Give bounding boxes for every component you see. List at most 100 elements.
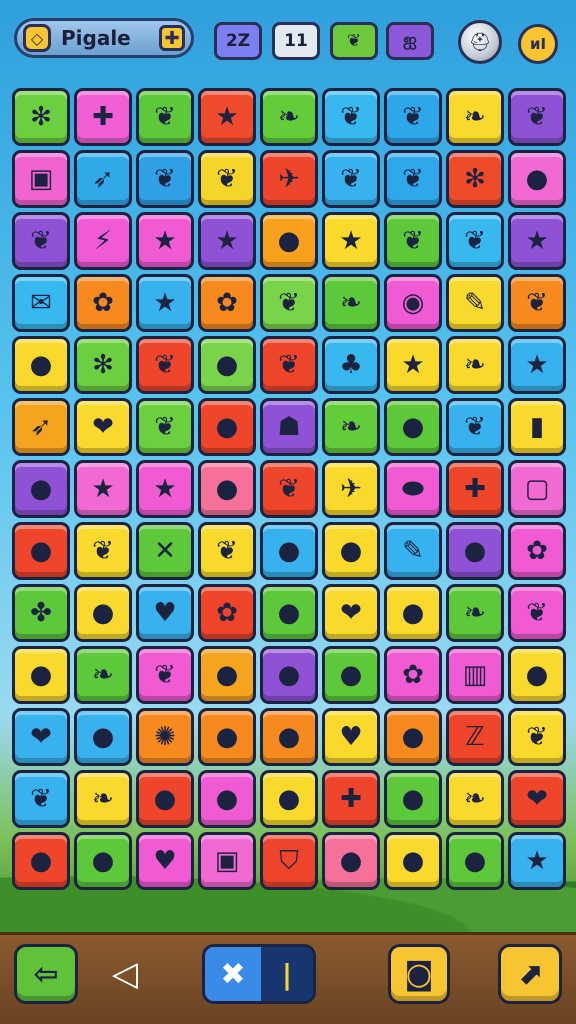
board-tile[interactable]: ✿ <box>198 584 256 642</box>
board-tile[interactable]: ★ <box>508 336 566 394</box>
board-tile[interactable]: ❧ <box>446 770 504 828</box>
board-tile[interactable]: ❧ <box>322 274 380 332</box>
board-tile[interactable]: ℤ <box>446 708 504 766</box>
board-tile[interactable]: ● <box>12 336 70 394</box>
plus-icon[interactable]: ✚ <box>159 25 185 51</box>
board-tile[interactable]: ★ <box>136 212 194 270</box>
board-tile[interactable]: ⛉ <box>260 832 318 890</box>
board-tile[interactable]: ☗ <box>260 398 318 456</box>
back-button[interactable]: ⇦ <box>14 944 78 1004</box>
board-tile[interactable]: ❤ <box>74 398 132 456</box>
sound-toggle-button[interactable]: ᴎI <box>518 24 558 64</box>
board-tile[interactable]: ❦ <box>446 398 504 456</box>
board-tile[interactable]: ● <box>12 832 70 890</box>
board-tile[interactable]: ● <box>384 832 442 890</box>
board-tile[interactable]: ● <box>12 522 70 580</box>
board-tile[interactable]: ▥ <box>446 646 504 704</box>
board-tile[interactable]: ✈ <box>322 460 380 518</box>
board-tile[interactable]: ❦ <box>260 274 318 332</box>
board-tile[interactable]: ★ <box>136 460 194 518</box>
board-tile[interactable]: ✤ <box>12 584 70 642</box>
level-title-pill[interactable]: ◇ Pigale ✚ <box>14 18 194 58</box>
board-tile[interactable]: ✚ <box>446 460 504 518</box>
board-tile[interactable]: ❦ <box>198 522 256 580</box>
board-tile[interactable]: ✿ <box>384 646 442 704</box>
board-tile[interactable]: ✿ <box>508 522 566 580</box>
board-tile[interactable]: ⬬ <box>384 460 442 518</box>
camera-button[interactable]: ◙ <box>388 944 450 1004</box>
board-tile[interactable]: ▣ <box>198 832 256 890</box>
board-tile[interactable]: ❦ <box>260 336 318 394</box>
board-tile[interactable]: ⚡ <box>74 212 132 270</box>
board-tile[interactable]: ▣ <box>12 150 70 208</box>
board-tile[interactable]: ♥ <box>136 584 194 642</box>
board-tile[interactable]: ● <box>384 584 442 642</box>
board-tile[interactable]: ● <box>198 336 256 394</box>
board-tile[interactable]: ● <box>198 708 256 766</box>
board-tile[interactable]: ❧ <box>446 336 504 394</box>
board-tile[interactable]: ● <box>74 708 132 766</box>
board-tile[interactable]: ♥ <box>136 832 194 890</box>
board-tile[interactable]: ❤ <box>322 584 380 642</box>
board-tile[interactable]: ❧ <box>260 88 318 146</box>
board-tile[interactable]: ❦ <box>384 212 442 270</box>
board-tile[interactable]: ✈ <box>260 150 318 208</box>
board-tile[interactable]: ● <box>260 770 318 828</box>
board-tile[interactable]: ● <box>260 708 318 766</box>
board-tile[interactable]: ❧ <box>74 646 132 704</box>
board-tile[interactable]: ✎ <box>446 274 504 332</box>
board-tile[interactable]: ● <box>12 460 70 518</box>
close-icon[interactable]: ✖ <box>205 947 261 1001</box>
board-tile[interactable]: ● <box>446 522 504 580</box>
board-tile[interactable]: ◉ <box>384 274 442 332</box>
board-tile[interactable]: ✿ <box>198 274 256 332</box>
board-tile[interactable]: ★ <box>198 88 256 146</box>
board-tile[interactable]: ● <box>508 646 566 704</box>
board-tile[interactable]: ● <box>446 832 504 890</box>
helmet-icon[interactable]: ⛑ <box>458 20 502 64</box>
board-tile[interactable]: ❦ <box>136 336 194 394</box>
board-tile[interactable]: ♥ <box>322 708 380 766</box>
board-tile[interactable]: ✎ <box>384 522 442 580</box>
board-tile[interactable]: ● <box>74 584 132 642</box>
board-tile[interactable]: ❦ <box>322 150 380 208</box>
board-tile[interactable]: ❦ <box>384 88 442 146</box>
board-tile[interactable]: ● <box>198 646 256 704</box>
board-tile[interactable]: ▮ <box>508 398 566 456</box>
board-tile[interactable]: ● <box>384 770 442 828</box>
board-tile[interactable]: ★ <box>74 460 132 518</box>
board-tile[interactable]: ❦ <box>260 460 318 518</box>
board-tile[interactable]: ● <box>12 646 70 704</box>
board-tile[interactable]: ● <box>384 398 442 456</box>
board-tile[interactable]: ✻ <box>12 88 70 146</box>
board-tile[interactable]: ❦ <box>136 398 194 456</box>
board-tile[interactable]: ❦ <box>508 274 566 332</box>
board-tile[interactable]: ● <box>198 770 256 828</box>
board-tile[interactable]: ▢ <box>508 460 566 518</box>
share-button[interactable]: ◁ <box>100 944 150 1004</box>
board-tile[interactable]: ❦ <box>198 150 256 208</box>
board-tile[interactable]: ❦ <box>384 150 442 208</box>
board-tile[interactable]: ● <box>322 646 380 704</box>
board-tile[interactable]: ✺ <box>136 708 194 766</box>
board-tile[interactable]: ✚ <box>322 770 380 828</box>
board-tile[interactable]: ❦ <box>136 150 194 208</box>
board-tile[interactable]: ● <box>74 832 132 890</box>
board-tile[interactable]: ● <box>260 522 318 580</box>
board-tile[interactable]: ★ <box>384 336 442 394</box>
board-tile[interactable]: ✻ <box>446 150 504 208</box>
board-tile[interactable]: ✉ <box>12 274 70 332</box>
board-tile[interactable]: ● <box>260 212 318 270</box>
board-tile[interactable]: ♣ <box>322 336 380 394</box>
board-tile[interactable]: ❦ <box>136 88 194 146</box>
board-tile[interactable]: ★ <box>508 212 566 270</box>
board-tile[interactable]: ❦ <box>12 212 70 270</box>
board-tile[interactable]: ✕ <box>136 522 194 580</box>
mode-toggle[interactable]: ✖ | <box>202 944 316 1004</box>
board-tile[interactable]: ● <box>508 150 566 208</box>
next-button[interactable]: ⬈ <box>498 944 562 1004</box>
board-tile[interactable]: ❤ <box>12 708 70 766</box>
board-tile[interactable]: ● <box>322 522 380 580</box>
toggle-indicator[interactable]: | <box>261 947 313 1001</box>
board-tile[interactable]: ❦ <box>12 770 70 828</box>
